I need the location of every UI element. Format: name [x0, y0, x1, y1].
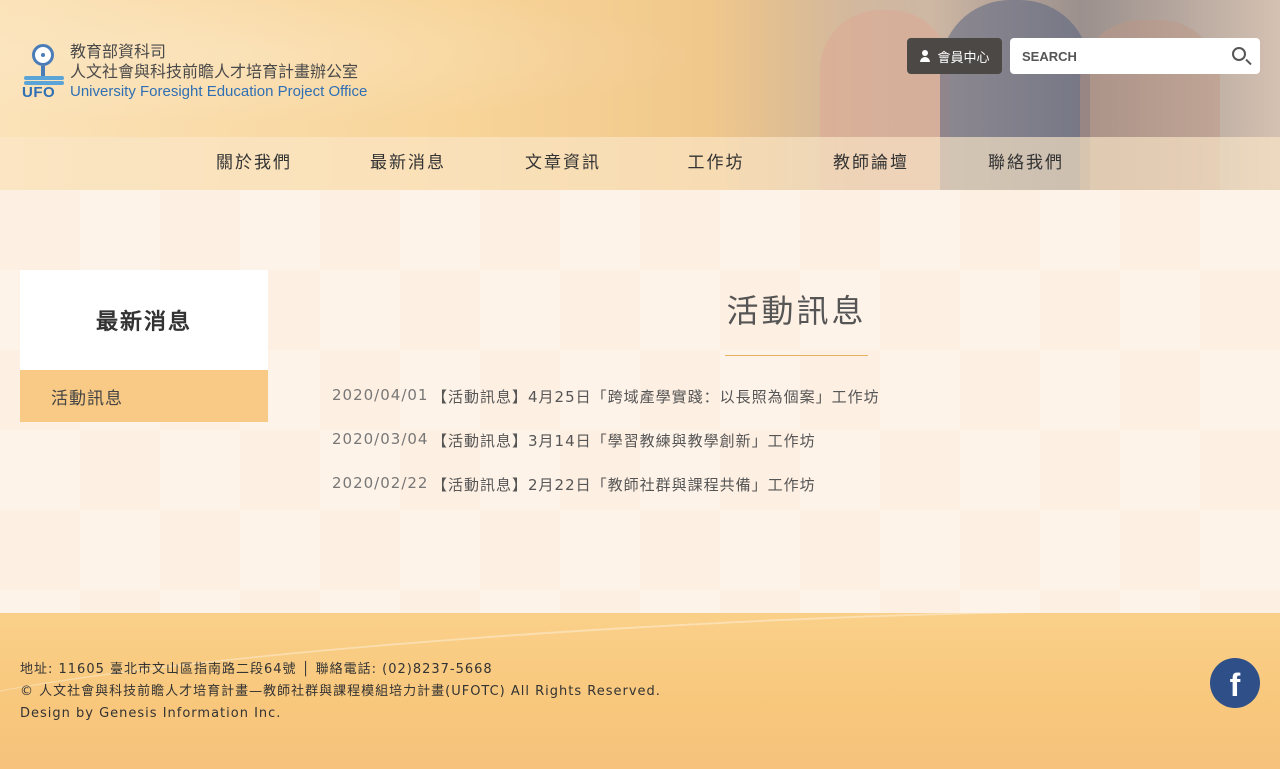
logo-line-2: 人文社會與科技前瞻人才培育計畫辦公室 — [70, 62, 359, 81]
site-logo[interactable]: UFO 教育部資科司 人文社會與科技前瞻人才培育計畫辦公室 University… — [22, 42, 382, 104]
nav-item-contact[interactable]: 聯絡我們 — [970, 137, 1082, 190]
ufo-logo-icon: UFO — [22, 42, 66, 102]
user-icon — [919, 50, 931, 62]
sidebar-item-events[interactable]: 活動訊息 — [20, 370, 268, 422]
footer-address: 地址: 11605 臺北市文山區指南路二段64號 │ 聯絡電話: (02)823… — [20, 662, 493, 677]
main-nav: 關於我們 最新消息 文章資訊 工作坊 教師論壇 聯絡我們 — [0, 137, 1280, 190]
nav-item-articles[interactable]: 文章資訊 — [507, 137, 619, 190]
logo-text: 教育部資科司 人文社會與科技前瞻人才培育計畫辦公室 University For… — [70, 42, 367, 102]
sidebar-title: 最新消息 — [20, 270, 268, 370]
footer-info: 地址: 11605 臺北市文山區指南路二段64號 │ 聯絡電話: (02)823… — [20, 659, 661, 725]
list-item[interactable]: 2020/04/01 【活動訊息】4月25日「跨域產學實踐：以長照為個案」工作坊 — [332, 386, 1232, 430]
list-item[interactable]: 2020/03/04 【活動訊息】3月14日「學習教練與教學創新」工作坊 — [332, 430, 1232, 474]
nav-item-news[interactable]: 最新消息 — [352, 137, 464, 190]
news-date: 2020/04/01 — [332, 386, 429, 404]
nav-item-workshop[interactable]: 工作坊 — [670, 137, 762, 190]
news-date: 2020/02/22 — [332, 474, 429, 492]
nav-item-forum[interactable]: 教師論壇 — [815, 137, 927, 190]
logo-line-3: University Foresight Education Project O… — [70, 83, 368, 100]
news-title-link[interactable]: 【活動訊息】2月22日「教師社群與課程共備」工作坊 — [432, 474, 816, 495]
nav-item-about[interactable]: 關於我們 — [198, 137, 310, 190]
search-icon[interactable] — [1232, 47, 1246, 61]
search-input[interactable] — [1022, 46, 1222, 66]
page-title: 活動訊息 — [726, 292, 867, 330]
site-header: UFO 教育部資科司 人文社會與科技前瞻人才培育計畫辦公室 University… — [0, 0, 1280, 190]
facebook-icon[interactable]: f — [1210, 658, 1260, 708]
news-list: 2020/04/01 【活動訊息】4月25日「跨域產學實踐：以長照為個案」工作坊… — [332, 386, 1232, 518]
logo-mark-text: UFO — [22, 84, 56, 101]
main-content: 最新消息 活動訊息 活動訊息 2020/04/01 【活動訊息】4月25日「跨域… — [0, 190, 1280, 613]
news-title-link[interactable]: 【活動訊息】4月25日「跨域產學實踐：以長照為個案」工作坊 — [432, 386, 880, 407]
footer-copyright: © 人文社會與科技前瞻人才培育計畫—教師社群與課程模組培力計畫(UFOTC) A… — [20, 684, 661, 699]
member-center-label: 會員中心 — [937, 50, 990, 66]
footer-design-credit: Design by Genesis Information Inc. — [20, 706, 282, 721]
sidebar: 最新消息 活動訊息 — [20, 270, 268, 422]
member-center-button[interactable]: 會員中心 — [907, 38, 1002, 74]
logo-line-1: 教育部資科司 — [70, 42, 167, 61]
news-date: 2020/03/04 — [332, 430, 429, 448]
news-title-link[interactable]: 【活動訊息】3月14日「學習教練與教學創新」工作坊 — [432, 430, 816, 451]
list-item[interactable]: 2020/02/22 【活動訊息】2月22日「教師社群與課程共備」工作坊 — [332, 474, 1232, 518]
site-footer: 地址: 11605 臺北市文山區指南路二段64號 │ 聯絡電話: (02)823… — [0, 613, 1280, 769]
title-divider — [725, 355, 868, 356]
search-box — [1010, 38, 1260, 74]
